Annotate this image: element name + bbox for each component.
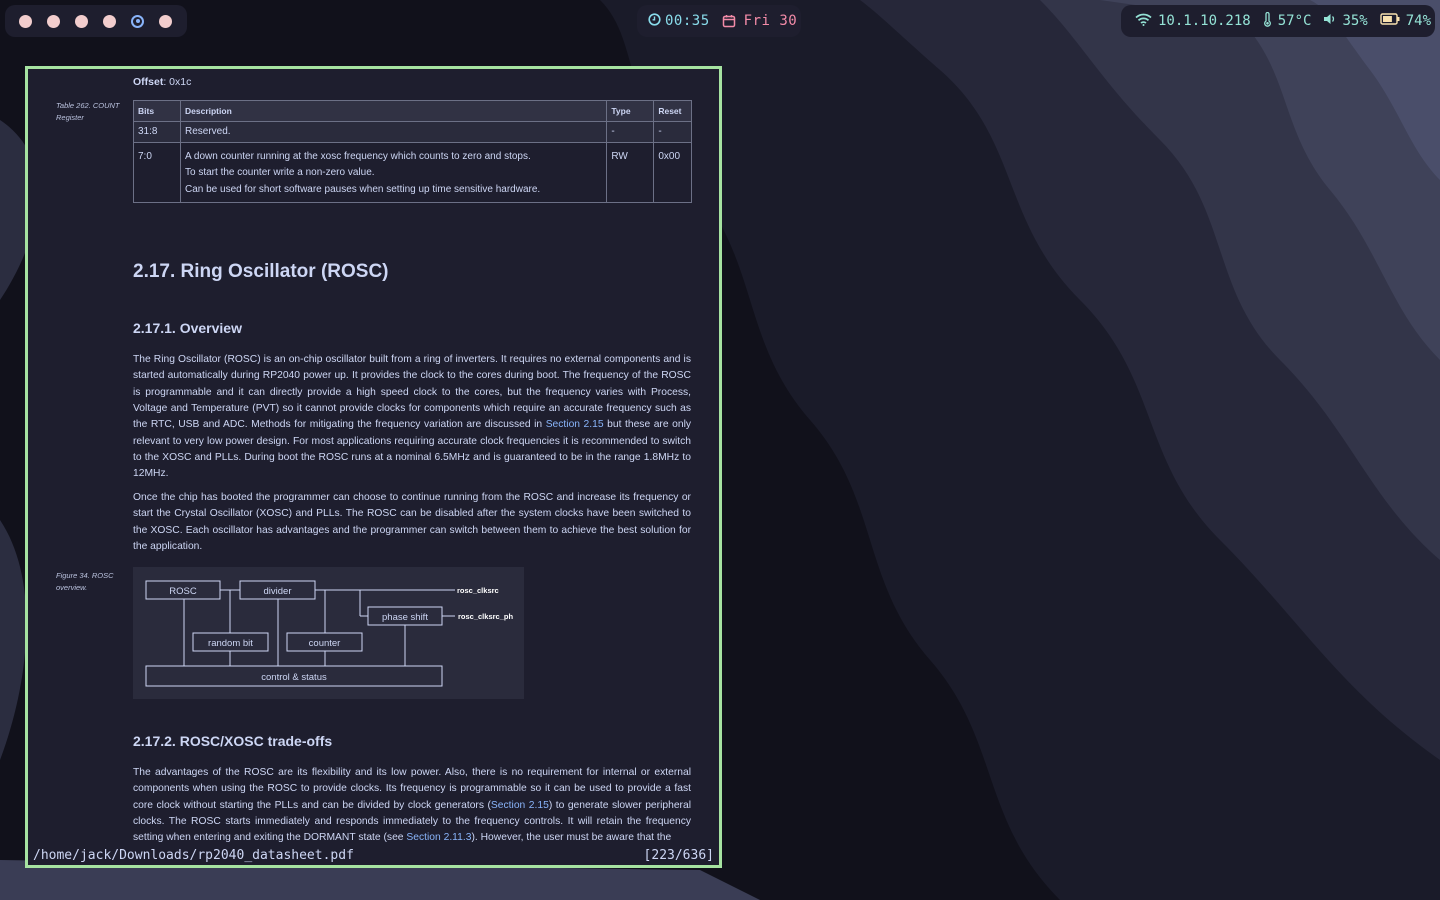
thermometer-icon [1263, 11, 1272, 31]
table-row: 31:8 Reserved. - - [133, 121, 692, 143]
battery-level: 74% [1405, 13, 1432, 29]
volume-status[interactable]: 35% [1323, 13, 1368, 29]
viewer-statusbar: /home/jack/Downloads/rp2040_datasheet.pd… [28, 847, 719, 865]
diagram-control-status-label: control & status [261, 672, 327, 683]
circle-icon [159, 14, 172, 28]
pdf-viewer-window[interactable]: Offset: 0x1c Table 262. COUNT Register B… [25, 66, 722, 868]
subsection-heading-overview: 2.17.1. Overview [133, 320, 242, 336]
diagram-random-bit-label: random bit [208, 638, 253, 649]
pdf-page[interactable]: Offset: 0x1c Table 262. COUNT Register B… [28, 69, 719, 847]
circle-icon [19, 14, 32, 28]
workspace-3[interactable] [75, 5, 103, 37]
overview-paragraph-2: Once the chip has booted the programmer … [133, 492, 691, 553]
overview-paragraph-1: The Ring Oscillator (ROSC) is an on-chip… [133, 354, 692, 480]
section-heading: 2.17. Ring Oscillator (ROSC) [133, 261, 389, 282]
network-status[interactable]: 10.1.10.218 [1135, 13, 1251, 30]
workspace-4[interactable] [103, 5, 131, 37]
table-header: Type [606, 100, 655, 122]
table-header: Reset [653, 100, 692, 122]
temperature-status: 57°C [1263, 11, 1312, 31]
clock-time: 00:35 [665, 13, 710, 29]
speaker-icon [1323, 13, 1336, 29]
system-status: 10.1.10.218 57°C 35% 74% [1121, 5, 1435, 37]
wifi-icon [1135, 13, 1152, 30]
table-row: 7:0 A down counter running at the xosc f… [133, 142, 692, 203]
diagram-phase-shift-label: phase shift [382, 612, 428, 623]
workspace-switcher [5, 5, 187, 37]
diagram-output-rosc-clksrc-ph: rosc_clksrc_ph [458, 612, 513, 621]
section-link[interactable]: Section 2.15 [546, 419, 604, 430]
page-indicator: [223/636] [643, 848, 714, 863]
ip-address: 10.1.10.218 [1158, 13, 1251, 29]
battery-icon [1380, 13, 1400, 29]
tradeoffs-paragraph: The advantages of the ROSC are its flexi… [133, 767, 691, 844]
cpu-temperature: 57°C [1277, 13, 1312, 29]
workspace-1[interactable] [19, 5, 47, 37]
table-header: Bits [133, 100, 181, 122]
clock-date: Fri 30 [743, 13, 798, 29]
battery-status: 74% [1380, 13, 1431, 29]
diagram-rosc-label: ROSC [169, 586, 197, 597]
workspace-5[interactable] [131, 5, 159, 37]
section-link[interactable]: Section 2.11.3 [406, 832, 471, 843]
workspace-6[interactable] [159, 5, 187, 37]
target-circle-icon [131, 14, 144, 28]
table-caption: Table 262. COUNT Register [56, 101, 120, 122]
file-path: /home/jack/Downloads/rp2040_datasheet.pd… [33, 848, 354, 863]
register-table: Bits Description Type Reset 31:8 Reserve… [133, 100, 692, 203]
section-link[interactable]: Section 2.15 [491, 800, 549, 811]
diagram-counter-label: counter [309, 638, 341, 649]
circle-icon [47, 14, 60, 28]
clock-widget: 00:35 Fri 30 [637, 5, 801, 37]
figure-caption: Figure 34. ROSC overview. [56, 571, 114, 592]
clock-icon [648, 12, 661, 30]
volume-level: 35% [1342, 13, 1368, 29]
circle-icon [75, 14, 88, 28]
rosc-diagram: ROSC divider phase shift random bit coun… [133, 567, 524, 699]
diagram-output-rosc-clksrc: rosc_clksrc [457, 586, 499, 595]
workspace-2[interactable] [47, 5, 75, 37]
calendar-icon [722, 14, 736, 28]
diagram-divider-label: divider [264, 586, 292, 597]
circle-icon [103, 14, 116, 28]
register-offset: Offset: 0x1c [133, 76, 192, 88]
table-header: Description [179, 100, 608, 122]
subsection-heading-tradeoffs: 2.17.2. ROSC/XOSC trade-offs [133, 733, 333, 749]
